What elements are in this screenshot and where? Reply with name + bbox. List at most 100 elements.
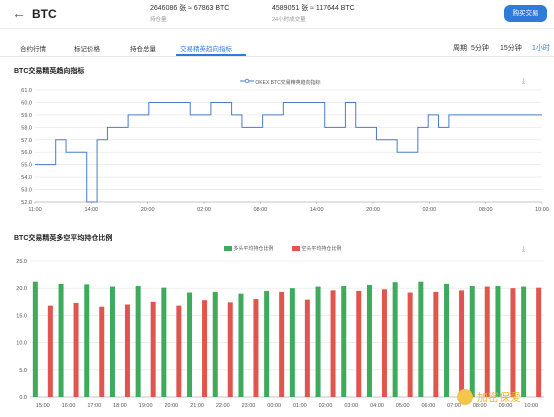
period-5min[interactable]: 5分钟 bbox=[471, 43, 489, 53]
x-tick-label: 04:00 bbox=[370, 403, 384, 409]
x-tick-label: 05:00 bbox=[396, 403, 410, 409]
bar bbox=[253, 299, 259, 397]
y-tick-label: 20.0 bbox=[16, 286, 27, 292]
y-tick-label: 54.0 bbox=[21, 175, 32, 181]
chart1-title: BTC交易精英趋向指标 bbox=[14, 68, 85, 75]
y-tick-label: 25.0 bbox=[16, 259, 27, 265]
y-tick-label: 10.0 bbox=[16, 341, 27, 347]
x-tick-label: 14:00 bbox=[310, 207, 324, 213]
x-tick-label: 16:00 bbox=[62, 403, 76, 409]
y-tick-label: 61.0 bbox=[21, 88, 32, 94]
y-tick-label: 57.0 bbox=[21, 138, 32, 144]
legend-line-icon bbox=[240, 78, 254, 84]
tab-mark-price[interactable]: 标记价格 bbox=[74, 43, 100, 53]
bar bbox=[58, 283, 64, 397]
x-tick-label: 10:00 bbox=[535, 207, 549, 213]
tab-contract-market[interactable]: 合约行情 bbox=[20, 43, 46, 53]
bar bbox=[341, 286, 347, 397]
active-tab-indicator bbox=[176, 54, 246, 56]
period-1hour[interactable]: 1小时 bbox=[532, 43, 550, 53]
top-bar: ← BTC 2646086 张 ≈ 67863 BTC 持仓量 4589051 … bbox=[0, 0, 554, 29]
bar bbox=[381, 289, 387, 397]
x-tick-label: 17:00 bbox=[87, 403, 101, 409]
x-tick-label: 02:00 bbox=[422, 207, 436, 213]
bar bbox=[536, 287, 542, 397]
x-tick-label: 20:00 bbox=[141, 207, 155, 213]
open-interest-label: 持仓量 bbox=[150, 17, 167, 23]
bar bbox=[510, 288, 516, 397]
open-interest-value: 2646086 张 ≈ 67863 BTC bbox=[150, 5, 230, 12]
bar bbox=[187, 292, 193, 397]
watermark-logo-icon: 加密保爱 bbox=[457, 389, 521, 405]
legend-swatch-long bbox=[224, 246, 232, 252]
chart1-legend: OKEX BTC交易精英趋向指标 bbox=[240, 78, 321, 86]
bar bbox=[330, 290, 336, 397]
bar bbox=[289, 288, 295, 397]
x-tick-label: 00:00 bbox=[267, 403, 281, 409]
x-tick-label: 18:00 bbox=[113, 403, 127, 409]
x-tick-label: 01:00 bbox=[293, 403, 307, 409]
period-15min[interactable]: 15分钟 bbox=[500, 43, 522, 53]
buy-trade-button[interactable]: 购买交易 bbox=[504, 5, 547, 22]
bar bbox=[176, 305, 182, 397]
x-tick-label: 03:00 bbox=[344, 403, 358, 409]
x-tick-label: 08:00 bbox=[479, 207, 493, 213]
open-interest-stat: 2646086 张 ≈ 67863 BTC 持仓量 bbox=[150, 3, 229, 23]
bar bbox=[99, 306, 105, 397]
bar bbox=[73, 302, 79, 397]
x-tick-label: 22:00 bbox=[216, 403, 230, 409]
tab-elite-trend[interactable]: 交易精英趋向指标 bbox=[180, 43, 232, 53]
x-tick-label: 08:00 bbox=[253, 207, 267, 213]
y-tick-label: 0.0 bbox=[19, 395, 27, 401]
y-tick-label: 58.0 bbox=[21, 125, 32, 131]
period-label: 周期 bbox=[453, 45, 467, 52]
y-tick-label: 59.0 bbox=[21, 113, 32, 119]
bar bbox=[109, 286, 115, 397]
volume-value: 4589051 张 ≈ 117644 BTC bbox=[272, 5, 355, 12]
line-chart: 61.0 60.0 59.0 58.0 57.0 56.0 55.0 54.0 53.0 52.0… bbox=[21, 88, 549, 213]
y-tick-label: 52.0 bbox=[21, 200, 32, 206]
bar bbox=[356, 290, 362, 397]
bar bbox=[124, 304, 130, 397]
bar bbox=[366, 284, 372, 397]
tab-open-interest[interactable]: 持仓总量 bbox=[130, 43, 156, 53]
symbol-title: BTC bbox=[32, 7, 57, 21]
legend-label-short: 空头平均持仓比例 bbox=[301, 246, 342, 252]
y-tick-label: 56.0 bbox=[21, 150, 32, 156]
y-tick-label: 15.0 bbox=[16, 313, 27, 319]
y-tick-label: 55.0 bbox=[21, 163, 32, 169]
bar bbox=[433, 292, 439, 397]
bar bbox=[202, 300, 208, 397]
bar bbox=[444, 283, 450, 397]
x-tick-label: 14:00 bbox=[84, 207, 98, 213]
bar bbox=[135, 286, 141, 397]
bar bbox=[264, 290, 270, 397]
y-tick-label: 60.0 bbox=[21, 100, 32, 106]
bar bbox=[238, 293, 244, 397]
y-tick-label: 53.0 bbox=[21, 188, 32, 194]
bar bbox=[484, 286, 490, 397]
volume-label: 24小时成交量 bbox=[272, 17, 306, 23]
bar bbox=[495, 286, 501, 397]
x-tick-label: 11:00 bbox=[28, 207, 41, 213]
legend-swatch-short bbox=[292, 246, 300, 252]
download-icon[interactable]: ⤓ bbox=[522, 78, 525, 86]
chart2-legend-short: 空头平均持仓比例 bbox=[292, 245, 341, 252]
y-tick-label: 5.0 bbox=[19, 368, 27, 374]
bar bbox=[304, 299, 310, 397]
bar bbox=[521, 286, 527, 397]
x-tick-label: 19:00 bbox=[139, 403, 153, 409]
bar bbox=[47, 305, 53, 397]
arrow-left-icon[interactable]: ← bbox=[12, 5, 26, 21]
bar bbox=[150, 301, 156, 397]
watermark: 加密保爱 bbox=[455, 386, 549, 408]
x-tick-label: 02:00 bbox=[319, 403, 333, 409]
chart2-title: BTC交易精英多空平均持仓比例 bbox=[14, 235, 113, 242]
download-icon-2[interactable]: ⤓ bbox=[522, 246, 525, 254]
bar bbox=[315, 286, 321, 397]
chart2-legend-long: 多头平均持仓比例 bbox=[224, 245, 273, 252]
bar bbox=[227, 302, 233, 397]
bar bbox=[161, 287, 167, 397]
bar bbox=[392, 282, 398, 397]
bar bbox=[32, 281, 38, 397]
